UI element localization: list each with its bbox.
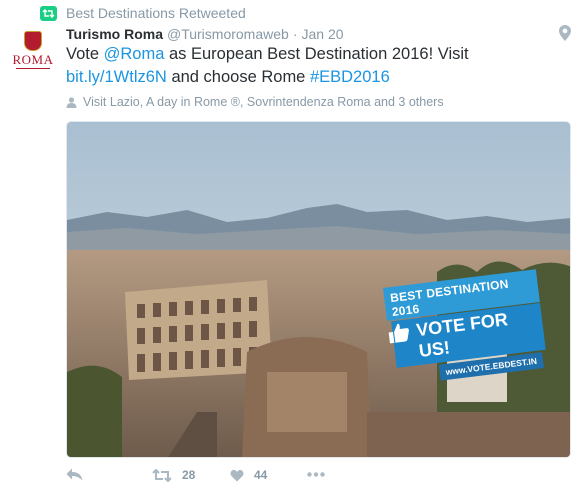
thumbs-up-icon bbox=[388, 323, 409, 344]
hashtag-link[interactable]: #EBD2016 bbox=[310, 68, 390, 86]
tweet-date[interactable]: Jan 20 bbox=[302, 26, 344, 42]
crest-icon bbox=[24, 31, 42, 51]
retweet-icon bbox=[40, 5, 57, 21]
display-name[interactable]: Turismo Roma bbox=[66, 26, 163, 42]
retweet-context-text: Best Destinations Retweeted bbox=[66, 5, 246, 21]
avatar-logo-text: ROMA bbox=[12, 52, 54, 67]
tweet-actions: 28 44 bbox=[66, 468, 571, 488]
reply-icon bbox=[66, 468, 83, 481]
retweet-count: 28 bbox=[182, 468, 196, 482]
retweet-icon bbox=[152, 468, 172, 482]
avatar[interactable]: ROMA bbox=[8, 31, 58, 75]
retweet-context[interactable]: Best Destinations Retweeted bbox=[40, 5, 246, 21]
avatar-caption bbox=[13, 67, 53, 70]
url-link[interactable]: bit.ly/1Wtlz6N bbox=[66, 68, 167, 86]
tweet-photo[interactable]: BEST DESTINATION 2016 VOTE FOR US! www.V… bbox=[66, 121, 571, 458]
tweet-text-part: Vote bbox=[66, 45, 104, 63]
user-handle[interactable]: @Turismoromaweb bbox=[167, 26, 289, 42]
tweet-text: Vote @Roma as European Best Destination … bbox=[66, 43, 571, 89]
like-button[interactable]: 44 bbox=[230, 468, 267, 482]
separator-dot: · bbox=[292, 26, 298, 42]
tweet-text-part: and choose Rome bbox=[166, 68, 310, 86]
heart-icon bbox=[230, 469, 244, 481]
retweet-button[interactable]: 28 bbox=[152, 468, 195, 482]
tagged-users[interactable]: Visit Lazio, A day in Rome ®, Sovrintend… bbox=[66, 95, 444, 109]
badge-vote-text: VOTE FOR US! bbox=[415, 309, 509, 362]
tagged-users-text: Visit Lazio, A day in Rome ®, Sovrintend… bbox=[83, 95, 444, 109]
more-button[interactable] bbox=[307, 472, 325, 477]
tweet-header: Turismo Roma @Turismoromaweb · Jan 20 bbox=[66, 26, 344, 42]
mention-link[interactable]: @Roma bbox=[104, 45, 165, 63]
map-pin-icon[interactable] bbox=[559, 25, 571, 41]
more-icon bbox=[307, 472, 325, 477]
tweet-text-part: as European Best Destination 2016! Visit bbox=[164, 45, 469, 63]
person-icon bbox=[66, 96, 77, 108]
like-count: 44 bbox=[254, 468, 268, 482]
reply-button[interactable] bbox=[66, 468, 83, 481]
